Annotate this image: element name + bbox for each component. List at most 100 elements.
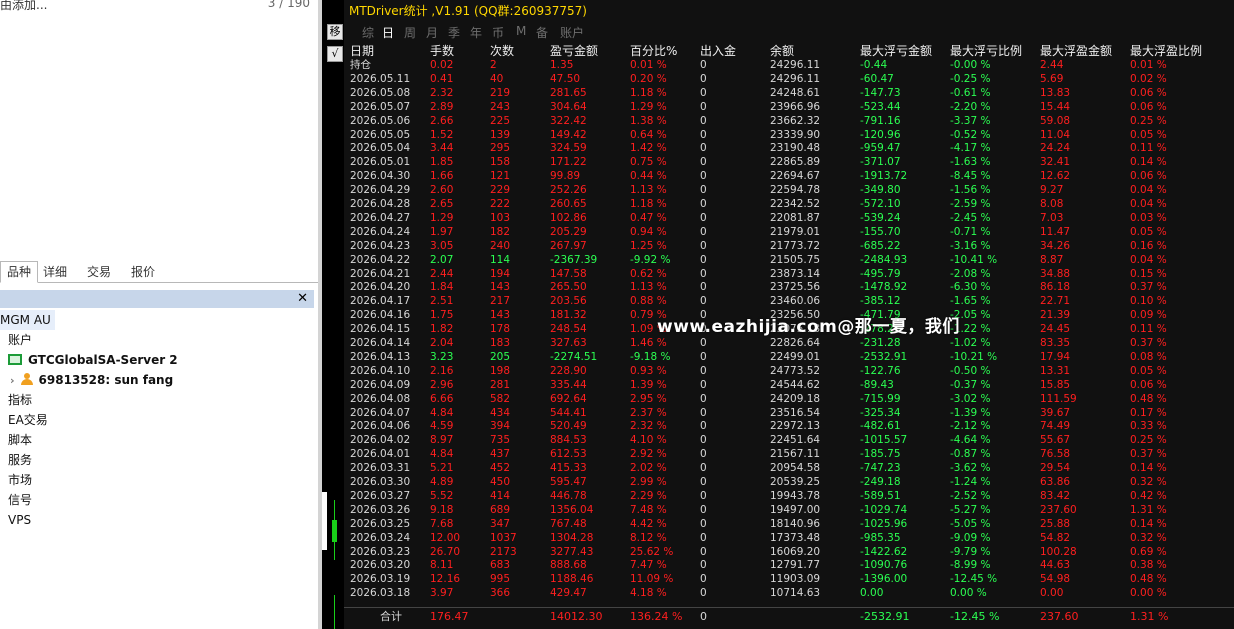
- cell-max-loss-pct: 0.00 %: [950, 587, 987, 600]
- period-quarter[interactable]: 季: [448, 24, 460, 41]
- period-week[interactable]: 周: [404, 24, 416, 41]
- cell-date: 2026.04.01: [350, 448, 411, 461]
- cell-date: 2026.04.17: [350, 295, 411, 308]
- cell-max-loss-pct: -0.25 %: [950, 72, 991, 85]
- cell-max-loss-pct: -3.16 %: [950, 239, 991, 252]
- cell-max-loss-pct: -8.99 %: [950, 559, 991, 572]
- cell-max-gain: 8.08: [1040, 198, 1064, 210]
- cell-date: 2026.04.07: [350, 406, 411, 419]
- cell-pct: 0.75 %: [630, 156, 667, 169]
- cell-balance: 17373.48: [770, 531, 821, 544]
- cell-max-gain-pct: 0.32 %: [1130, 531, 1167, 544]
- check-button[interactable]: √: [327, 46, 343, 62]
- period-day[interactable]: 日: [382, 24, 394, 41]
- cell-max-gain: 17.94: [1040, 350, 1071, 363]
- cell-max-loss: -1029.74: [860, 503, 908, 516]
- cell-max-gain-pct: 0.48 %: [1130, 573, 1167, 586]
- cell-deposit: 0: [700, 267, 707, 280]
- cell-pnl: 102.86: [550, 211, 587, 224]
- tree-accounts[interactable]: 账户: [8, 330, 32, 350]
- tree-indicators[interactable]: 指标: [8, 390, 32, 410]
- cell-pct: 2.29 %: [630, 489, 667, 502]
- cell-balance: 20539.25: [770, 476, 821, 488]
- period-note[interactable]: 备: [536, 24, 548, 41]
- cell-deposit: 0: [700, 364, 707, 377]
- cell-lots: 1.52: [430, 128, 454, 141]
- navigator-add-text[interactable]: 由添加...: [0, 0, 47, 13]
- period-account[interactable]: 账户: [560, 24, 584, 41]
- cell-pct: 0.64 %: [630, 128, 667, 141]
- cell-balance: 23516.54: [770, 406, 821, 419]
- tab-quotes[interactable]: 报价: [124, 261, 162, 283]
- table-row: 2026.03.27 5.52 414 446.78 2.29 % 0 19943.78 -5…: [344, 489, 1234, 503]
- tree-root-broker[interactable]: MGM AU: [0, 310, 55, 330]
- tab-details[interactable]: 详细: [36, 261, 74, 283]
- move-button[interactable]: 移: [327, 24, 343, 40]
- cell-pct: 4.10 %: [630, 434, 667, 447]
- tree-expert-advisors[interactable]: EA交易: [8, 410, 48, 430]
- cell-max-loss-pct: -2.08 %: [950, 267, 991, 280]
- tab-symbols[interactable]: 品种: [0, 261, 39, 283]
- table-row: 2026.04.01 4.84 437 612.53 2.92 % 0 21567.11 -1…: [344, 447, 1234, 461]
- cell-max-loss: -60.47: [860, 72, 894, 85]
- cell-max-loss: -495.79: [860, 267, 901, 280]
- period-currency[interactable]: 币: [492, 24, 504, 41]
- tree-services[interactable]: 服务: [8, 450, 32, 470]
- cell-pnl: 888.68: [550, 559, 587, 572]
- cell-max-gain: 11.47: [1040, 225, 1071, 238]
- tree-vps[interactable]: VPS: [8, 510, 31, 530]
- cell-deposit: 0: [700, 128, 707, 141]
- tree-scripts[interactable]: 脚本: [8, 430, 32, 450]
- cell-max-loss: -791.16: [860, 114, 901, 127]
- cell-deposit: 0: [700, 198, 707, 210]
- cell-deposit: 0: [700, 462, 707, 475]
- cell-lots: 2.89: [430, 100, 454, 113]
- table-row: 2026.04.09 2.96 281 335.44 1.39 % 0 24544.62 -8…: [344, 378, 1234, 392]
- cell-max-gain-pct: 0.16 %: [1130, 239, 1167, 252]
- cell-date: 2026.03.25: [350, 517, 411, 530]
- table-row: 持仓 0.02 2 1.35 0.01 % 0 24296.11 -0.44 -0.00 % 2.…: [344, 58, 1234, 72]
- cell-max-loss-pct: -0.50 %: [950, 364, 991, 377]
- cell-max-gain-pct: 0.48 %: [1130, 392, 1167, 405]
- cell-max-gain-pct: 0.42 %: [1130, 489, 1167, 502]
- cell-max-loss: -985.35: [860, 531, 901, 544]
- close-icon[interactable]: ✕: [297, 290, 308, 308]
- header-deposit: 出入金: [700, 44, 737, 58]
- cell-max-loss: -385.12: [860, 295, 901, 308]
- tree-market[interactable]: 市场: [8, 470, 32, 490]
- period-magic[interactable]: M: [516, 24, 526, 38]
- cell-max-loss-pct: -0.61 %: [950, 86, 991, 99]
- tree-signals[interactable]: 信号: [8, 490, 32, 510]
- cell-max-loss-pct: -0.71 %: [950, 225, 991, 238]
- cell-lots: 1.84: [430, 281, 454, 294]
- cell-date: 2026.05.07: [350, 100, 411, 113]
- cell-deposit: 0: [700, 434, 707, 447]
- cell-date: 2026.04.13: [350, 350, 411, 363]
- tab-trading[interactable]: 交易: [80, 261, 118, 283]
- cell-max-gain-pct: 0.32 %: [1130, 476, 1167, 488]
- cell-max-loss: -122.76: [860, 364, 901, 377]
- cell-max-gain: 237.60: [1040, 503, 1077, 516]
- navigator-header: ✕: [0, 290, 314, 308]
- cell-date: 2026.04.02: [350, 434, 411, 447]
- table-row: 2026.03.19 12.16 995 1188.46 11.09 % 0 11903.0…: [344, 572, 1234, 586]
- cell-pct: 11.09 %: [630, 573, 674, 586]
- cell-pnl: 205.29: [550, 225, 587, 238]
- tree-server[interactable]: GTCGlobalSA-Server 2: [8, 350, 178, 370]
- period-year[interactable]: 年: [470, 24, 482, 41]
- cell-date: 2026.05.01: [350, 156, 411, 169]
- period-overview[interactable]: 综: [362, 24, 374, 41]
- cell-lots: 2.96: [430, 378, 454, 391]
- period-month[interactable]: 月: [426, 24, 438, 41]
- cell-deposit: 0: [700, 448, 707, 461]
- total-pnl: 14012.30: [550, 610, 603, 623]
- cell-max-gain-pct: 0.37 %: [1130, 448, 1167, 461]
- cell-trades: 121: [490, 170, 511, 183]
- tree-user-account[interactable]: › 69813528: sun fang: [10, 370, 173, 390]
- cell-pct: 1.18 %: [630, 198, 667, 210]
- cell-deposit: 0: [700, 59, 707, 71]
- cell-lots: 5.21: [430, 462, 454, 475]
- cell-pnl: 252.26: [550, 184, 587, 197]
- chevron-right-icon[interactable]: ›: [10, 374, 15, 387]
- cell-deposit: 0: [700, 253, 707, 266]
